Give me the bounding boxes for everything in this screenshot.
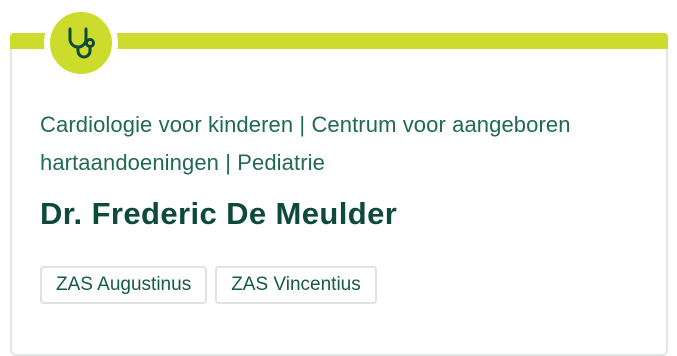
stethoscope-icon-badge — [44, 6, 118, 80]
location-tags: ZAS Augustinus ZAS Vincentius — [40, 266, 377, 304]
specialties-text: Cardiologie voor kinderen | Centrum voor… — [40, 112, 571, 175]
stethoscope-icon — [68, 27, 95, 59]
doctor-name[interactable]: Dr. Frederic De Meulder — [40, 190, 397, 238]
location-tag-vincentius[interactable]: ZAS Vincentius — [215, 266, 377, 304]
location-tag-augustinus[interactable]: ZAS Augustinus — [40, 266, 208, 304]
